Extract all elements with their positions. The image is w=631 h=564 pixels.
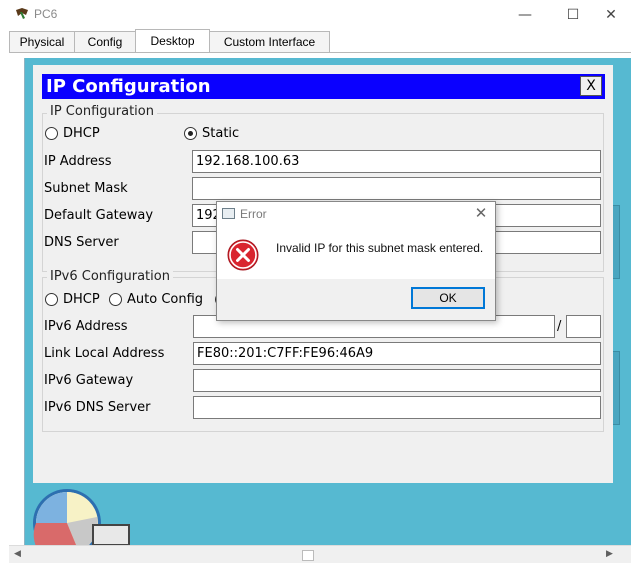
ipv6-dns-server-label: IPv6 DNS Server bbox=[44, 400, 151, 415]
ok-button[interactable]: OK bbox=[411, 287, 485, 309]
ip-config-header: IP Configuration X bbox=[42, 74, 605, 99]
link-local-address-field[interactable]: FE80::201:C7FF:FE96:46A9 bbox=[193, 342, 601, 365]
dhcp-radio[interactable] bbox=[45, 127, 58, 140]
subnet-mask-label: Subnet Mask bbox=[44, 181, 128, 196]
error-dialog: Error ✕ Invalid IP for this subnet mask … bbox=[216, 201, 496, 321]
error-dialog-titlebar: Error ✕ bbox=[217, 202, 495, 226]
tab-divider bbox=[9, 52, 631, 53]
scroll-right-icon[interactable]: ▶ bbox=[601, 546, 618, 563]
tab-config[interactable]: Config bbox=[74, 31, 136, 52]
dialog-window-icon bbox=[222, 208, 235, 219]
dns-server-label: DNS Server bbox=[44, 235, 119, 250]
horizontal-scrollbar[interactable]: ◀ ▶ bbox=[9, 545, 631, 563]
ip-address-field[interactable]: 192.168.100.63 bbox=[192, 150, 601, 173]
error-dialog-body: Invalid IP for this subnet mask entered. bbox=[217, 226, 495, 279]
ipv6-address-label: IPv6 Address bbox=[44, 319, 128, 334]
minimize-button[interactable]: — bbox=[505, 0, 545, 30]
error-icon bbox=[227, 239, 259, 271]
error-message: Invalid IP for this subnet mask entered. bbox=[276, 241, 484, 255]
prefix-separator: / bbox=[557, 319, 562, 334]
default-gateway-label: Default Gateway bbox=[44, 208, 154, 223]
link-local-address-label: Link Local Address bbox=[44, 346, 165, 361]
error-dialog-footer: OK bbox=[217, 279, 495, 320]
ipv6-gateway-label: IPv6 Gateway bbox=[44, 373, 134, 388]
maximize-button[interactable]: ☐ bbox=[553, 0, 593, 30]
ipv6-dns-server-field[interactable] bbox=[193, 396, 601, 419]
ipv6-dhcp-radio[interactable] bbox=[45, 293, 58, 306]
auto-config-label[interactable]: Auto Config bbox=[127, 292, 203, 307]
static-radio[interactable] bbox=[184, 127, 197, 140]
scroll-left-icon[interactable]: ◀ bbox=[9, 546, 26, 563]
ipv6-gateway-field[interactable] bbox=[193, 369, 601, 392]
tab-custom-interface[interactable]: Custom Interface bbox=[209, 31, 330, 52]
auto-config-radio[interactable] bbox=[109, 293, 122, 306]
ipv4-group-legend: IP Configuration bbox=[47, 104, 157, 119]
ip-config-title: IP Configuration bbox=[46, 76, 211, 97]
ipv6-dhcp-label[interactable]: DHCP bbox=[63, 292, 100, 307]
scrollbar-thumb[interactable] bbox=[302, 550, 314, 561]
tab-desktop[interactable]: Desktop bbox=[135, 29, 210, 53]
close-window-button[interactable]: ✕ bbox=[591, 0, 631, 30]
window-title: PC6 bbox=[34, 7, 58, 21]
ipv6-prefix-field[interactable] bbox=[566, 315, 601, 338]
static-label[interactable]: Static bbox=[202, 126, 239, 141]
ipv6-group-legend: IPv6 Configuration bbox=[47, 269, 173, 284]
dhcp-label[interactable]: DHCP bbox=[63, 126, 100, 141]
ip-config-close-button[interactable]: X bbox=[580, 76, 602, 96]
desktop-app-icon[interactable] bbox=[31, 485, 131, 545]
window-titlebar: PC6 — ☐ ✕ bbox=[0, 0, 631, 30]
error-dialog-title: Error bbox=[240, 207, 267, 221]
tab-physical[interactable]: Physical bbox=[9, 31, 75, 52]
ip-address-label: IP Address bbox=[44, 154, 112, 169]
subnet-mask-field[interactable] bbox=[192, 177, 601, 200]
packet-tracer-pc-icon bbox=[16, 8, 28, 19]
error-dialog-close-button[interactable]: ✕ bbox=[473, 204, 489, 222]
